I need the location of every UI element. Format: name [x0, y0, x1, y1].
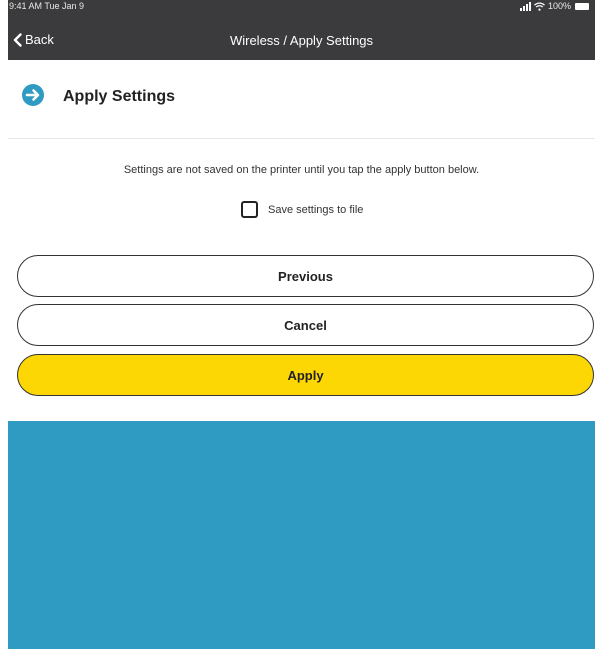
navigation-bar: Back Wireless / Apply Settings	[8, 22, 595, 60]
status-time-date: 9:41 AM Tue Jan 9	[9, 1, 85, 11]
save-settings-checkbox[interactable]	[241, 201, 258, 218]
status-indicators: 100%	[519, 0, 589, 13]
status-bar: 9:41 AM Tue Jan 9 100%	[8, 0, 595, 16]
battery-percent: 100%	[547, 1, 571, 11]
battery-icon	[575, 3, 589, 10]
section-header: Apply Settings	[8, 80, 595, 120]
nav-title: Wireless / Apply Settings	[229, 33, 374, 48]
page-title: Apply Settings	[63, 88, 176, 105]
info-message: Settings are not saved on the printer un…	[123, 164, 480, 176]
cancel-button[interactable]: Cancel	[17, 304, 594, 346]
wifi-icon	[534, 2, 545, 11]
cellular-signal-icon	[519, 2, 531, 11]
previous-button[interactable]: Previous	[17, 255, 594, 297]
save-settings-checkbox-row[interactable]: Save settings to file	[241, 201, 363, 218]
screen: 9:41 AM Tue Jan 9 100% Back Wireless / A…	[0, 0, 595, 649]
top-bar: 9:41 AM Tue Jan 9 100% Back Wireless / A…	[8, 0, 595, 60]
footer-panel	[8, 421, 595, 649]
apply-button[interactable]: Apply	[17, 354, 594, 396]
save-settings-label: Save settings to file	[268, 203, 364, 216]
divider	[8, 138, 595, 139]
arrow-right-circle-icon	[22, 84, 44, 106]
